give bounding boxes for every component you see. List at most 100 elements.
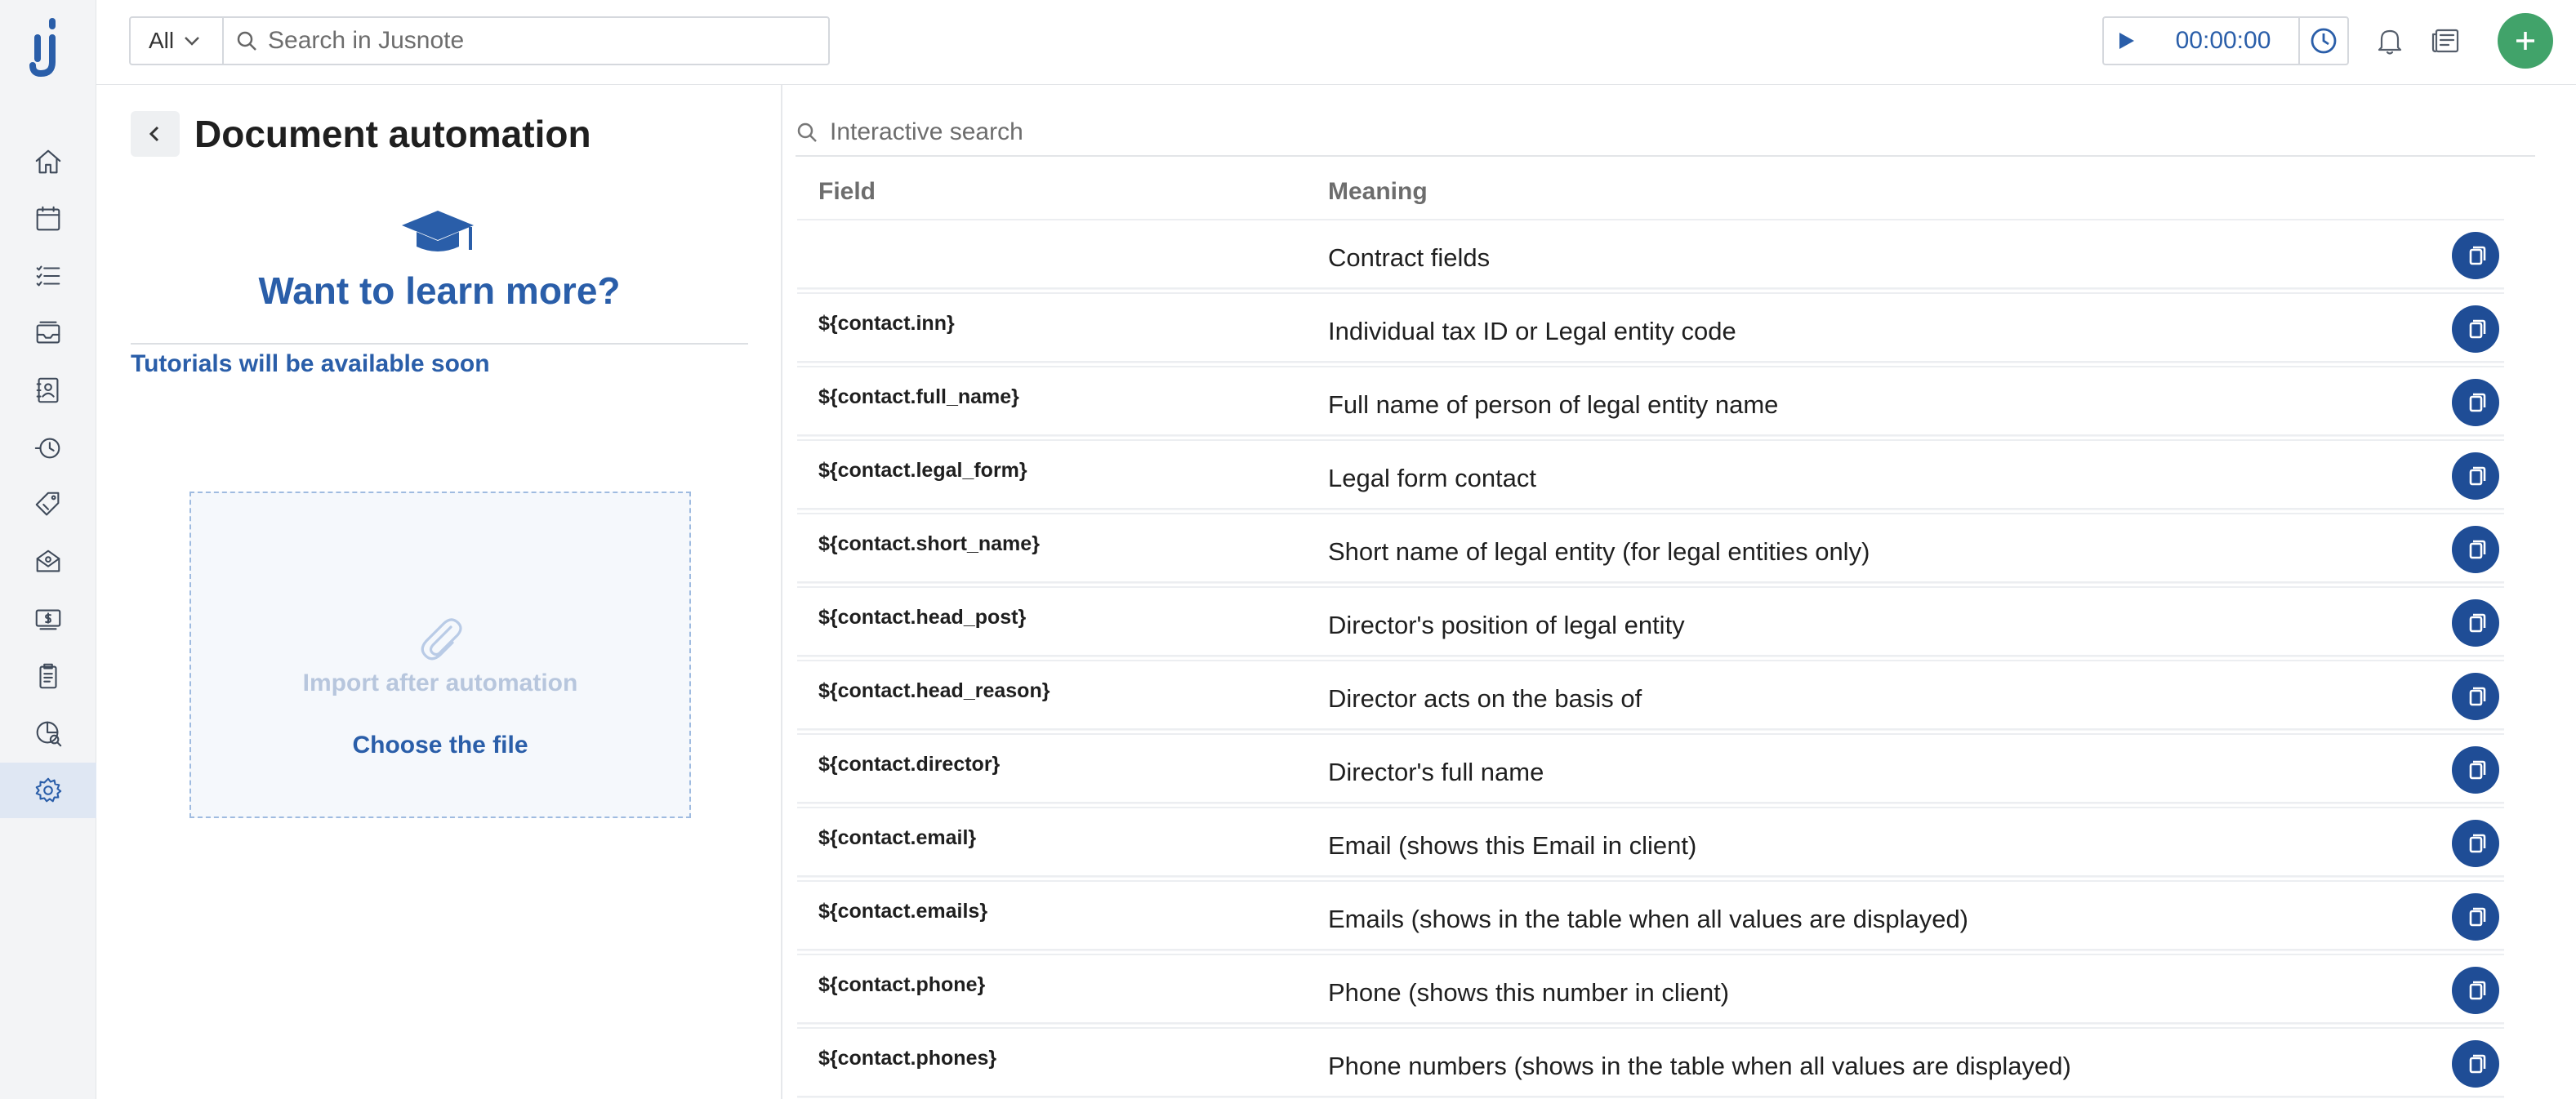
copy-icon — [2469, 466, 2486, 486]
global-search — [222, 16, 830, 65]
bell-icon — [2378, 29, 2402, 55]
table-header: Field Meaning — [797, 167, 2504, 219]
table-row: ${contact.inn} Individual tax ID or Lega… — [797, 292, 2504, 363]
copy-button[interactable] — [2452, 305, 2499, 353]
copy-button[interactable] — [2452, 893, 2499, 941]
table-row: ${contact.director} Director's full name — [797, 733, 2504, 803]
sidebar-item-contacts[interactable] — [0, 363, 96, 418]
timer-play-button[interactable] — [2104, 18, 2148, 64]
field-meaning: Phone numbers (shows in the table when a… — [1328, 1052, 2071, 1080]
copy-icon — [2469, 540, 2486, 559]
copy-icon — [2469, 393, 2486, 412]
copy-icon — [2469, 613, 2486, 633]
field-code: ${contact.emails} — [818, 900, 988, 923]
reports-icon — [36, 721, 62, 747]
choose-file-link[interactable]: Choose the file — [191, 732, 689, 759]
field-meaning: Director's position of legal entity — [1328, 611, 1685, 639]
table-row: Contract fields — [797, 219, 2504, 289]
copy-button[interactable] — [2452, 673, 2499, 720]
sidebar-item-tags[interactable] — [0, 477, 96, 532]
sidebar — [0, 0, 96, 1099]
timer-display: 00:00:00 — [2175, 27, 2271, 54]
sidebar-item-home[interactable] — [0, 134, 96, 189]
timer-history-button[interactable] — [2298, 18, 2347, 64]
table-row: ${contact.full_name} Full name of person… — [797, 366, 2504, 436]
sidebar-item-inbox[interactable] — [0, 305, 96, 361]
news-button[interactable] — [2426, 21, 2465, 60]
play-icon — [2119, 33, 2134, 49]
history-icon — [34, 438, 60, 459]
field-meaning: Email (shows this Email in client) — [1328, 831, 1697, 860]
graduation-cap-icon — [399, 207, 477, 260]
field-meaning: Emails (shows in the table when all valu… — [1328, 905, 1969, 933]
sidebar-item-history[interactable] — [0, 420, 96, 475]
copy-icon — [2469, 760, 2486, 780]
field-code: ${contact.full_name} — [818, 385, 1019, 408]
copy-button[interactable] — [2452, 1040, 2499, 1088]
jusnote-logo[interactable] — [29, 18, 65, 80]
copy-button[interactable] — [2452, 599, 2499, 647]
copy-button[interactable] — [2452, 452, 2499, 500]
table-row: ${contact.head_reason} Director acts on … — [797, 660, 2504, 730]
search-icon — [237, 31, 256, 51]
field-code: ${contact.phones} — [818, 1047, 997, 1070]
table-row: ${contact.phones} Phone numbers (shows i… — [797, 1027, 2504, 1097]
inbox-icon — [36, 321, 60, 344]
interactive-search — [796, 109, 2535, 157]
paperclip-icon — [415, 614, 467, 666]
clock-icon — [2311, 28, 2337, 54]
table-body: Contract fields ${contact.inn} Individua… — [797, 219, 2504, 1099]
top-bar: All 00:00:00 — [96, 0, 2576, 85]
notifications-button[interactable] — [2370, 21, 2409, 60]
copy-button[interactable] — [2452, 967, 2499, 1014]
billing-icon — [35, 609, 61, 630]
field-code: ${contact.short_name} — [818, 532, 1040, 555]
copy-icon — [2469, 834, 2486, 853]
back-button[interactable] — [131, 111, 180, 157]
search-scope-select[interactable]: All — [129, 16, 222, 65]
learn-more-title: Want to learn more? — [258, 269, 621, 312]
sidebar-item-billing[interactable] — [0, 591, 96, 647]
copy-button[interactable] — [2452, 526, 2499, 573]
table-row: ${contact.short_name} Short name of lega… — [797, 513, 2504, 583]
divider — [131, 343, 748, 345]
table-row: ${contact.head_post} Director's position… — [797, 586, 2504, 656]
field-meaning: Short name of legal entity (for legal en… — [1328, 537, 1870, 566]
sidebar-item-reports[interactable] — [0, 705, 96, 761]
sidebar-item-tasks[interactable] — [0, 248, 96, 304]
chevron-down-icon — [185, 37, 200, 46]
field-code: ${contact.legal_form} — [818, 459, 1027, 482]
interactive-search-input[interactable] — [830, 118, 2463, 146]
home-icon — [35, 149, 61, 174]
tasks-icon — [36, 265, 60, 287]
search-icon — [797, 122, 817, 142]
field-code: ${contact.email} — [818, 826, 977, 849]
automation-info-panel: Document automation Want to learn more? … — [96, 85, 782, 1099]
field-code: ${contact.director} — [818, 753, 1001, 776]
table-row: ${contact.legal_form} Legal form contact — [797, 439, 2504, 509]
table-row: ${contact.email} Email (shows this Email… — [797, 807, 2504, 877]
mail-icon — [36, 550, 60, 572]
add-button[interactable] — [2498, 13, 2553, 69]
contacts-icon — [36, 377, 59, 403]
newspaper-icon — [2431, 29, 2459, 53]
documents-icon — [39, 663, 57, 689]
sidebar-item-mail[interactable] — [0, 534, 96, 590]
copy-button[interactable] — [2452, 379, 2499, 426]
field-meaning: Individual tax ID or Legal entity code — [1328, 317, 1736, 345]
global-search-input[interactable] — [268, 27, 807, 55]
table-row: ${contact.emails} Emails (shows in the t… — [797, 880, 2504, 950]
time-tracker: 00:00:00 — [2102, 16, 2349, 65]
copy-button[interactable] — [2452, 232, 2499, 279]
file-dropzone[interactable]: Import after automation Choose the file — [189, 492, 691, 818]
sidebar-item-documents[interactable] — [0, 648, 96, 704]
chevron-left-icon — [149, 126, 159, 142]
copy-icon — [2469, 981, 2486, 1000]
settings-icon — [35, 777, 62, 803]
table-row: ${contact.phone} Phone (shows this numbe… — [797, 954, 2504, 1024]
copy-button[interactable] — [2452, 820, 2499, 867]
plus-icon — [2516, 32, 2534, 50]
sidebar-item-settings[interactable] — [0, 763, 96, 818]
copy-button[interactable] — [2452, 746, 2499, 794]
sidebar-item-calendar[interactable] — [0, 191, 96, 247]
